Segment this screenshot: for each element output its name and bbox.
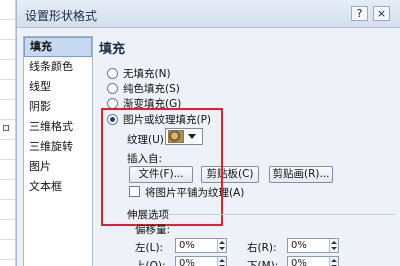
radio-label: 无填充(N) xyxy=(123,67,171,80)
nav-item-shadow[interactable]: 阴影 xyxy=(24,97,92,117)
format-shape-dialog: 设置形状格式 ? × 填充 线条颜色 线型 阴影 三维格式 三维旋转 图片 文本… xyxy=(16,0,400,266)
clipart-button[interactable]: 剪贴画(R)... xyxy=(269,166,333,183)
spinner-arrows-icon[interactable] xyxy=(329,239,338,252)
top-offset-label: 上(O): xyxy=(135,260,166,266)
stretch-options-title: 伸展选项 xyxy=(127,209,169,221)
radio-button[interactable] xyxy=(107,82,118,94)
right-offset-label: 右(R): xyxy=(247,242,277,254)
nav-item-fill[interactable]: 填充 xyxy=(24,37,92,57)
spinner-arrows-icon[interactable] xyxy=(217,257,226,266)
category-nav: 填充 线条颜色 线型 阴影 三维格式 三维旋转 图片 文本框 xyxy=(23,36,93,266)
radio-solid-fill[interactable]: 纯色填充(S) xyxy=(107,81,180,95)
bottom-offset-value: 0% xyxy=(291,258,307,266)
right-offset-spinner[interactable]: 0% xyxy=(287,238,339,253)
shape-resize-handle[interactable] xyxy=(3,125,9,131)
nav-item-picture[interactable]: 图片 xyxy=(24,157,92,177)
section-title: 填充 xyxy=(99,42,126,57)
left-offset-value: 0% xyxy=(179,240,195,251)
close-button[interactable]: × xyxy=(373,6,390,21)
group-divider xyxy=(165,214,395,215)
spreadsheet-background xyxy=(0,0,16,266)
nav-item-line-color[interactable]: 线条颜色 xyxy=(24,57,92,77)
top-offset-spinner[interactable]: 0% xyxy=(175,256,227,266)
title-bar[interactable]: 设置形状格式 ? × xyxy=(17,0,400,28)
spinner-arrows-icon[interactable] xyxy=(329,257,338,266)
offset-label: 偏移量: xyxy=(135,224,171,236)
help-button[interactable]: ? xyxy=(351,6,368,21)
spinner-arrows-icon[interactable] xyxy=(217,239,226,252)
radio-button[interactable] xyxy=(107,97,118,109)
dialog-title: 设置形状格式 xyxy=(25,9,98,23)
right-offset-value: 0% xyxy=(291,240,307,251)
radio-label: 纯色填充(S) xyxy=(123,82,180,95)
radio-no-fill[interactable]: 无填充(N) xyxy=(107,66,171,80)
fill-panel: 填充 无填充(N) 纯色填充(S) 渐变填充(G) 图片或纹理填充(P) 纹理(… xyxy=(99,32,400,266)
left-offset-label: 左(L): xyxy=(135,242,164,254)
nav-item-text-box[interactable]: 文本框 xyxy=(24,177,92,197)
top-offset-value: 0% xyxy=(179,258,195,266)
nav-item-line-style[interactable]: 线型 xyxy=(24,77,92,97)
bottom-offset-spinner[interactable]: 0% xyxy=(287,256,339,266)
bottom-offset-label: 下(M): xyxy=(247,260,279,266)
radio-button[interactable] xyxy=(107,67,118,79)
left-offset-spinner[interactable]: 0% xyxy=(175,238,227,253)
nav-item-3d-format[interactable]: 三维格式 xyxy=(24,117,92,137)
nav-item-3d-rotation[interactable]: 三维旋转 xyxy=(24,137,92,157)
